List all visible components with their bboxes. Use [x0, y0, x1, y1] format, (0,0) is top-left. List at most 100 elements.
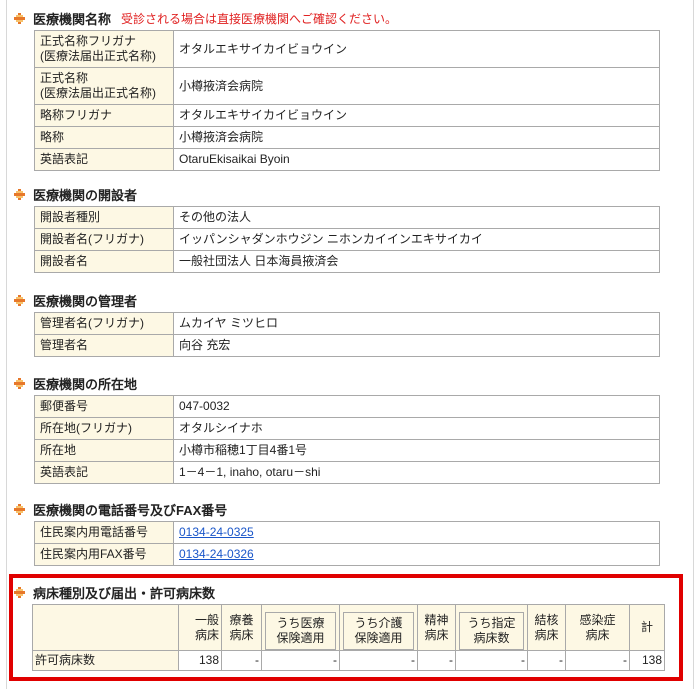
section-title-phone: 医療機関の電話番号及びFAX番号 — [14, 499, 664, 519]
table-row: 許可病床数 138 - - - - - - - 138 — [32, 650, 665, 671]
plus-icon — [14, 503, 25, 515]
table-row: 英語表記 OtaruEkisaikai Byoin — [34, 148, 660, 171]
header-psychiatric: 精神 病床 — [417, 604, 456, 651]
table-row: 管理者名(フリガナ) ムカイヤ ミツヒロ — [34, 312, 660, 335]
section-title-text: 医療機関の開設者 — [33, 187, 138, 203]
header-blank — [32, 604, 179, 651]
value-infectious: - — [565, 650, 630, 671]
header-care-insurance: うち介護 保険適用 — [343, 611, 414, 650]
phone-section: 医療機関の電話番号及びFAX番号 住民案内用電話番号 0134-24-0325 … — [14, 499, 664, 566]
row-value: オタルシイナホ — [173, 417, 660, 440]
section-title-manager: 医療機関の管理者 — [14, 290, 664, 310]
row-label: 英語表記 — [34, 461, 174, 484]
name-table: 正式名称フリガナ (医療法届出正式名称) オタルエキサイカイビョウイン 正式名称… — [34, 30, 660, 171]
row-value: オタルエキサイカイビョウイン — [173, 104, 660, 127]
founder-table: 開設者種別 その他の法人 開設者名(フリガナ) イッパンシャダンホウジン ニホン… — [34, 206, 660, 273]
table-row: 英語表記 1－4－1, inaho, otaru－shi — [34, 461, 660, 484]
manager-table: 管理者名(フリガナ) ムカイヤ ミツヒロ 管理者名 向谷 充宏 — [34, 312, 660, 357]
value-medical-insurance: - — [261, 650, 340, 671]
row-value: イッパンシャダンホウジン ニホンカイインエキサイカイ — [173, 228, 660, 251]
section-title-beds: 病床種別及び届出・許可病床数 — [14, 582, 664, 602]
section-title-name: 医療機関名称 受診される場合は直接医療機関へご確認ください。 — [14, 8, 664, 28]
plus-icon — [14, 586, 25, 598]
section-title-text: 病床種別及び届出・許可病床数 — [33, 585, 216, 601]
table-row: 所在地(フリガナ) オタルシイナホ — [34, 417, 660, 440]
section-title-location: 医療機関の所在地 — [14, 373, 664, 393]
row-value: 向谷 充宏 — [173, 334, 660, 357]
table-row: 正式名称 (医療法届出正式名称) 小樽掖済会病院 — [34, 67, 660, 105]
row-label: 許可病床数 — [32, 650, 179, 671]
row-label: 所在地 — [34, 439, 174, 462]
table-row: 略称 小樽掖済会病院 — [34, 126, 660, 149]
section-title-text: 医療機関の管理者 — [33, 293, 138, 309]
name-section: 医療機関名称 受診される場合は直接医療機関へご確認ください。 正式名称フリガナ … — [14, 8, 664, 171]
plus-icon — [14, 377, 25, 389]
plus-icon — [14, 188, 25, 200]
row-value: 小樽市稲穂1丁目4番1号 — [173, 439, 660, 462]
row-label: 略称 — [34, 126, 174, 149]
section-title-text: 医療機関名称 — [33, 11, 112, 27]
row-value: オタルエキサイカイビョウイン — [173, 30, 660, 68]
table-row: 開設者名 一般社団法人 日本海員掖済会 — [34, 250, 660, 273]
section-title-founder: 医療機関の開設者 — [14, 184, 664, 204]
value-general: 138 — [178, 650, 222, 671]
value-recuperation: - — [221, 650, 262, 671]
table-row: 住民案内用FAX番号 0134-24-0326 — [34, 543, 660, 566]
row-label: 管理者名 — [34, 334, 174, 357]
row-label: 所在地(フリガナ) — [34, 417, 174, 440]
section-title-text: 医療機関の電話番号及びFAX番号 — [33, 502, 228, 518]
row-value: 小樽掖済会病院 — [173, 126, 660, 149]
beds-table: 一般 病床 療養 病床 うち医療 保険適用 うち介護 保険適用 精神 病床 うち… — [32, 604, 665, 671]
table-row: 管理者名 向谷 充宏 — [34, 334, 660, 357]
row-label: 開設者種別 — [34, 206, 174, 229]
table-row: 郵便番号 047-0032 — [34, 395, 660, 418]
row-label: 略称フリガナ — [34, 104, 174, 127]
location-section: 医療機関の所在地 郵便番号 047-0032 所在地(フリガナ) オタルシイナホ… — [14, 373, 664, 484]
phone-table: 住民案内用電話番号 0134-24-0325 住民案内用FAX番号 0134-2… — [34, 521, 660, 566]
row-value: 1－4－1, inaho, otaru－shi — [173, 461, 660, 484]
manager-section: 医療機関の管理者 管理者名(フリガナ) ムカイヤ ミツヒロ 管理者名 向谷 充宏 — [14, 290, 664, 357]
row-value: 047-0032 — [173, 395, 660, 418]
fax-link[interactable]: 0134-24-0326 — [179, 547, 254, 561]
value-care-insurance: - — [339, 650, 418, 671]
header-designated: うち指定 病床数 — [459, 611, 524, 650]
row-value: その他の法人 — [173, 206, 660, 229]
row-label: 開設者名 — [34, 250, 174, 273]
location-table: 郵便番号 047-0032 所在地(フリガナ) オタルシイナホ 所在地 小樽市稲… — [34, 395, 660, 484]
row-value: 小樽掖済会病院 — [173, 67, 660, 105]
row-label: 住民案内用電話番号 — [34, 521, 174, 544]
plus-icon — [14, 12, 25, 24]
header-tuberculosis: 結核 病床 — [527, 604, 566, 651]
header-recuperation: 療養 病床 — [221, 604, 262, 651]
beds-section: 病床種別及び届出・許可病床数 — [14, 582, 664, 602]
row-label: 住民案内用FAX番号 — [34, 543, 174, 566]
header-medical-insurance: うち医療 保険適用 — [265, 611, 336, 650]
table-row: 一般 病床 療養 病床 うち医療 保険適用 うち介護 保険適用 精神 病床 うち… — [32, 604, 665, 651]
plus-icon — [14, 294, 25, 306]
value-total: 138 — [629, 650, 665, 671]
section-title-text: 医療機関の所在地 — [33, 376, 138, 392]
row-label: 正式名称フリガナ (医療法届出正式名称) — [34, 30, 174, 68]
phone-link[interactable]: 0134-24-0325 — [179, 525, 254, 539]
value-designated: - — [455, 650, 528, 671]
value-psychiatric: - — [417, 650, 456, 671]
row-label: 管理者名(フリガナ) — [34, 312, 174, 335]
row-label: 英語表記 — [34, 148, 174, 171]
value-tuberculosis: - — [527, 650, 566, 671]
row-value: OtaruEkisaikai Byoin — [173, 148, 660, 171]
row-value: 一般社団法人 日本海員掖済会 — [173, 250, 660, 273]
table-row: 略称フリガナ オタルエキサイカイビョウイン — [34, 104, 660, 127]
table-row: 正式名称フリガナ (医療法届出正式名称) オタルエキサイカイビョウイン — [34, 30, 660, 68]
row-label: 開設者名(フリガナ) — [34, 228, 174, 251]
row-value: ムカイヤ ミツヒロ — [173, 312, 660, 335]
header-total: 計 — [629, 604, 665, 651]
founder-section: 医療機関の開設者 開設者種別 その他の法人 開設者名(フリガナ) イッパンシャダ… — [14, 184, 664, 273]
header-general: 一般 病床 — [178, 604, 222, 651]
notice-text: 受診される場合は直接医療機関へご確認ください。 — [121, 11, 398, 26]
table-row: 所在地 小樽市稲穂1丁目4番1号 — [34, 439, 660, 462]
header-infectious: 感染症 病床 — [565, 604, 630, 651]
table-row: 開設者種別 その他の法人 — [34, 206, 660, 229]
table-row: 住民案内用電話番号 0134-24-0325 — [34, 521, 660, 544]
row-label: 郵便番号 — [34, 395, 174, 418]
table-row: 開設者名(フリガナ) イッパンシャダンホウジン ニホンカイインエキサイカイ — [34, 228, 660, 251]
